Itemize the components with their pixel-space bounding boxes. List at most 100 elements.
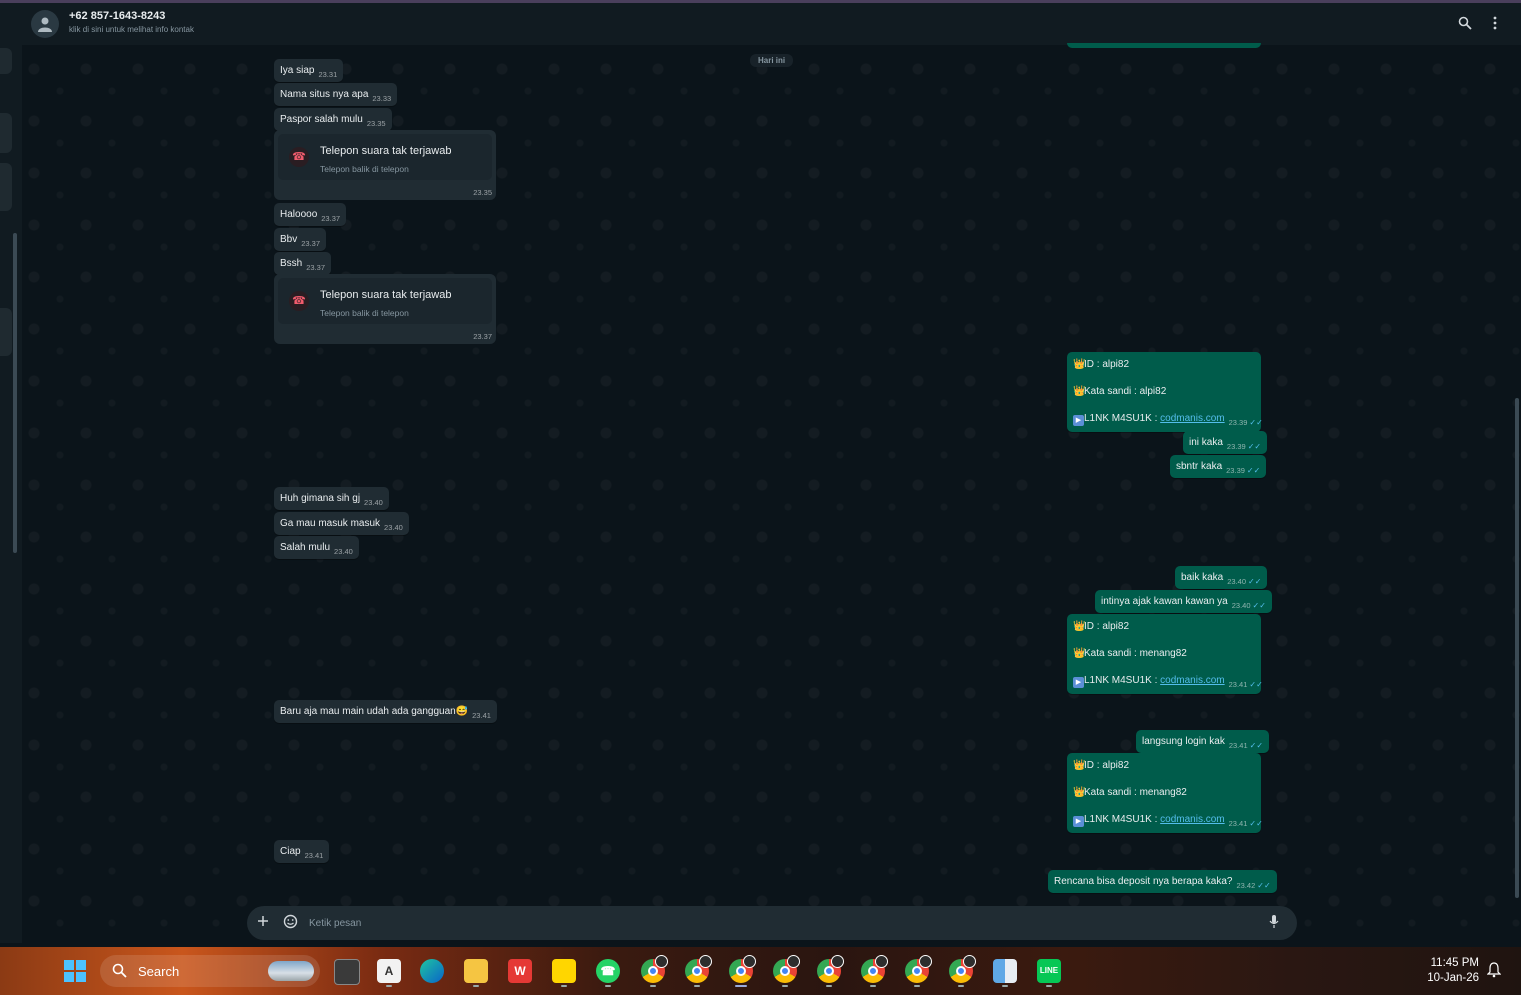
missed-call-inner: ☎ Telepon suara tak terjawab Telepon bal… xyxy=(278,278,492,324)
site-link[interactable]: codmanis.com xyxy=(1160,675,1224,686)
incoming-message[interactable]: Iya siap 23.31 xyxy=(274,59,344,82)
chrome-icon[interactable] xyxy=(813,955,845,987)
profile-badge xyxy=(919,955,932,968)
outgoing-message[interactable]: langsung login kak 23.41 ✓✓ xyxy=(1136,730,1270,753)
missed-call-icon: ☎ xyxy=(289,291,309,311)
message-text: intinya ajak kawan kawan ya xyxy=(1101,596,1228,607)
incoming-message[interactable]: Bbv 23.37 xyxy=(274,228,327,251)
play-icon: ▶ xyxy=(1073,415,1084,426)
credential-id-line: 👑ID : alpi82 xyxy=(1073,760,1130,771)
a-app-icon[interactable]: A xyxy=(373,955,405,987)
sidebar-collapsed-button[interactable] xyxy=(0,113,12,153)
message-text: Bbv xyxy=(280,234,298,245)
outgoing-message[interactable]: baik kaka 23.40 ✓✓ xyxy=(1175,566,1268,589)
file-explorer-icon[interactable] xyxy=(460,955,492,987)
outgoing-credentials-message[interactable]: 👑ID : alpi82 👑Kata sandi : alpi82 ▶ L1NK … xyxy=(1067,352,1263,432)
chrome-icon[interactable] xyxy=(725,955,757,987)
outgoing-message[interactable]: ini kaka 23.39 ✓✓ xyxy=(1183,431,1268,454)
message-time: 23.31 xyxy=(318,70,338,79)
outgoing-message[interactable]: intinya ajak kawan kawan ya 23.40 ✓✓ xyxy=(1095,590,1272,613)
credential-id-line: 👑ID : alpi82 xyxy=(1073,359,1130,370)
incoming-message[interactable]: Haloooo 23.37 xyxy=(274,203,347,226)
incoming-message[interactable]: Baru aja mau main udah ada gangguan😅 23.4… xyxy=(274,700,497,723)
message-time: 23.40 xyxy=(384,523,403,532)
microphone-icon[interactable] xyxy=(1269,914,1279,934)
message-time: 23.39 xyxy=(1226,466,1245,475)
message-time: 23.41 xyxy=(1228,680,1248,689)
incoming-message[interactable]: Paspor salah mulu 23.35 xyxy=(274,108,392,131)
chrome-icon[interactable] xyxy=(901,955,933,987)
system-clock[interactable]: 11:45 PM 10-Jan-26 xyxy=(1405,956,1479,986)
read-ticks-icon: ✓✓ xyxy=(1252,601,1266,610)
line-icon[interactable]: LINE xyxy=(1033,955,1065,987)
outgoing-credentials-message[interactable]: 👑ID : alpi82 👑Kata sandi : menang82 ▶ L1N… xyxy=(1067,614,1263,694)
whatsapp-icon[interactable]: ☎ xyxy=(592,955,624,987)
edge-icon[interactable] xyxy=(416,955,448,987)
credential-link-line: ▶ L1NK M4SU1K : codmanis.com 23.41 ✓✓ xyxy=(1073,813,1263,828)
missed-call-card[interactable]: ☎ Telepon suara tak terjawab Telepon bal… xyxy=(274,274,496,344)
clock-time: 11:45 PM xyxy=(1430,957,1479,969)
message-text: Bssh xyxy=(280,258,303,269)
incoming-message[interactable]: Huh gimana sih gj 23.40 xyxy=(274,487,389,510)
chrome-icon[interactable] xyxy=(637,955,669,987)
site-link[interactable]: codmanis.com xyxy=(1160,814,1224,825)
incoming-message[interactable]: Nama situs nya apa 23.33 xyxy=(274,83,398,106)
contact-info-hint[interactable]: klik di sini untuk melihat info kontak xyxy=(69,25,194,34)
profile-badge xyxy=(743,955,756,968)
task-view-icon[interactable] xyxy=(330,955,362,987)
chrome-icon[interactable] xyxy=(681,955,713,987)
chrome-icon[interactable] xyxy=(857,955,889,987)
chrome-icon[interactable] xyxy=(945,955,977,987)
message-text: Iya siap xyxy=(280,65,315,76)
incoming-message[interactable]: Salah mulu 23.40 xyxy=(274,536,359,559)
notification-bell-icon[interactable] xyxy=(1486,962,1502,983)
sidebar-collapsed-button[interactable] xyxy=(0,48,12,74)
sidebar-scrollbar[interactable] xyxy=(13,233,17,553)
site-link[interactable]: codmanis.com xyxy=(1160,413,1224,424)
menu-icon[interactable] xyxy=(1492,16,1498,35)
message-text: Salah mulu xyxy=(280,542,331,553)
avatar-icon[interactable] xyxy=(31,10,59,38)
windows-start-icon[interactable] xyxy=(64,960,86,982)
message-text: Ciap xyxy=(280,846,301,857)
sticky-notes-icon[interactable] xyxy=(548,955,580,987)
incoming-message[interactable]: Ciap 23.41 xyxy=(274,840,330,863)
search-icon[interactable] xyxy=(1458,16,1472,35)
crown-icon: 👑 xyxy=(1073,621,1086,632)
sidebar-collapsed-button[interactable] xyxy=(0,163,12,211)
incoming-message[interactable]: Ga mau masuk masuk 23.40 xyxy=(274,512,409,535)
message-time: 23.40 xyxy=(334,547,353,556)
outgoing-message[interactable]: Rencana bisa deposit nya berapa kaka? 23.… xyxy=(1048,870,1277,893)
credential-id-line: 👑ID : alpi82 xyxy=(1073,621,1130,632)
sidebar-collapsed-button[interactable] xyxy=(0,308,12,356)
message-time: 23.40 xyxy=(1227,577,1247,586)
missed-call-card[interactable]: ☎ Telepon suara tak terjawab Telepon bal… xyxy=(274,130,496,200)
message-input[interactable] xyxy=(307,911,1251,935)
search-highlight-image xyxy=(268,961,314,981)
taskbar-search[interactable]: Search xyxy=(100,955,320,987)
message-time: 23.33 xyxy=(372,94,392,103)
finder-icon[interactable] xyxy=(989,955,1021,987)
profile-badge xyxy=(787,955,800,968)
call-subtitle: Telepon balik di telepon xyxy=(320,164,409,174)
chrome-icon[interactable] xyxy=(769,955,801,987)
outgoing-credentials-message[interactable]: 👑ID : alpi82 👑Kata sandi : menang82 ▶ L1N… xyxy=(1067,753,1263,833)
left-sidebar-strip xyxy=(0,3,23,943)
play-icon: ▶ xyxy=(1073,816,1084,827)
chat-scrollbar[interactable] xyxy=(1515,398,1519,898)
play-icon: ▶ xyxy=(1073,677,1084,688)
crown-icon: 👑 xyxy=(1073,760,1086,771)
plus-icon[interactable] xyxy=(257,914,269,932)
incoming-message[interactable]: Bssh 23.37 xyxy=(274,252,332,275)
message-time: 23.40 xyxy=(364,498,383,507)
outgoing-message[interactable]: sbntr kaka 23.39 ✓✓ xyxy=(1170,455,1267,478)
credential-password-line: 👑Kata sandi : alpi82 xyxy=(1073,386,1167,397)
wps-icon[interactable]: W xyxy=(504,955,536,987)
message-time: 23.37 xyxy=(306,263,326,272)
chat-header[interactable]: +62 857-1643-8243 klik di sini untuk mel… xyxy=(22,3,1521,45)
emoji-sticker-icon[interactable] xyxy=(283,914,298,934)
contact-name[interactable]: +62 857-1643-8243 xyxy=(69,10,165,22)
message-time: 23.35 xyxy=(473,188,492,197)
taskbar-search-label: Search xyxy=(138,964,180,979)
missed-call-icon: ☎ xyxy=(289,147,309,167)
